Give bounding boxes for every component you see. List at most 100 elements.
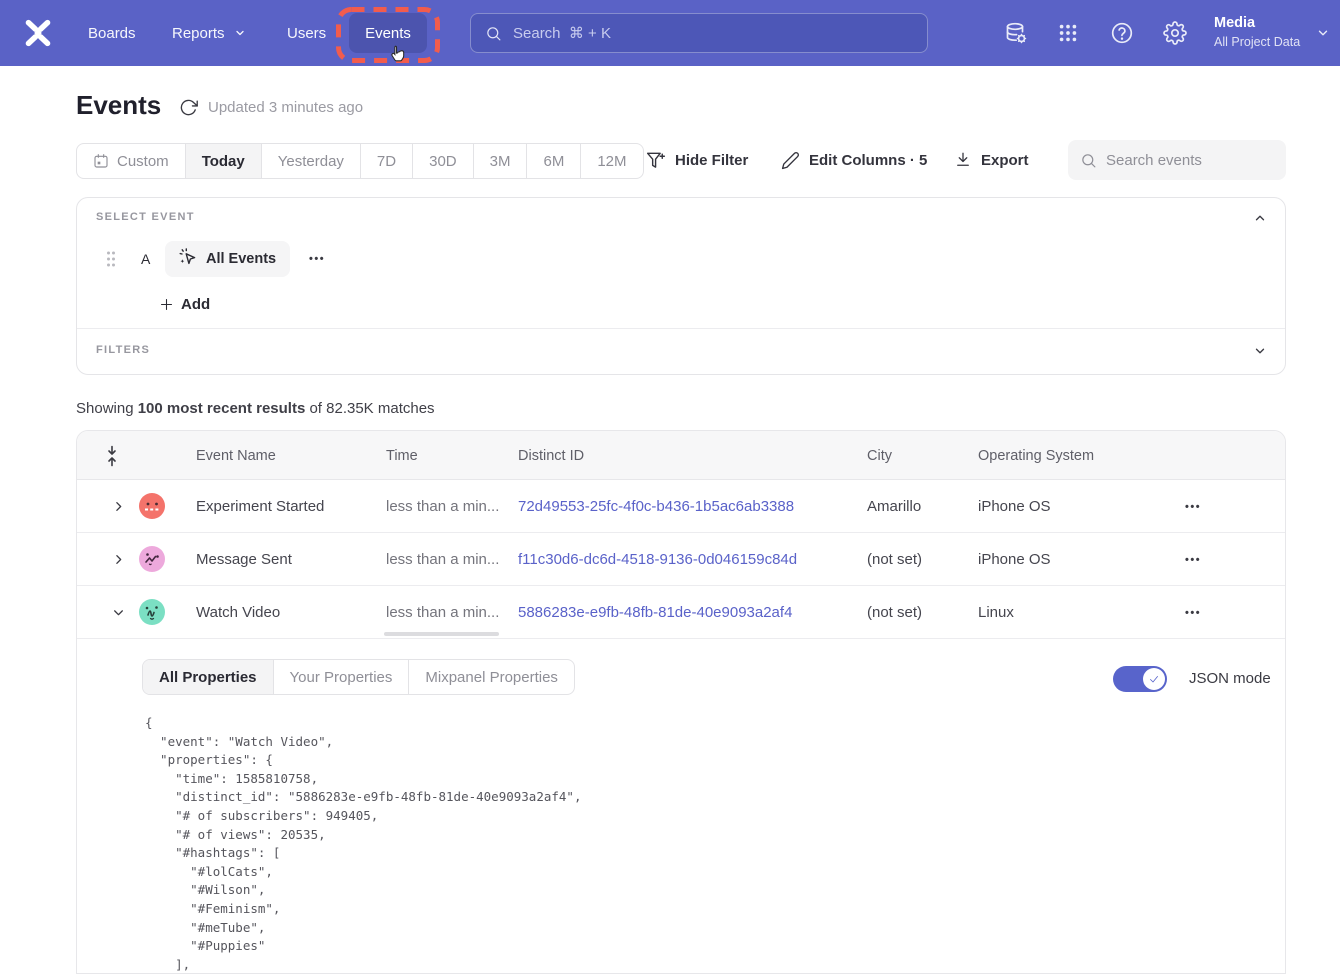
json-line: "event": "Watch Video", (145, 733, 582, 752)
search-events-field[interactable] (1068, 140, 1286, 180)
edit-columns-button[interactable]: Edit Columns · 5 (781, 146, 927, 174)
project-selector[interactable]: Media All Project Data (1214, 13, 1300, 51)
tab-your-properties[interactable]: Your Properties (274, 660, 410, 694)
cell-distinct-id-link[interactable]: 5886283e-e9fb-48fb-81de-40e9093a2af4 (518, 586, 792, 639)
collapse-row-icon[interactable] (105, 586, 131, 639)
date-range-12m[interactable]: 12M (581, 144, 642, 178)
json-line: "#Feminism", (145, 900, 582, 919)
calendar-icon (93, 153, 109, 169)
project-scope: All Project Data (1214, 33, 1300, 51)
sort-arrows-icon[interactable] (104, 445, 120, 472)
tab-label: Your Properties (290, 669, 393, 686)
download-icon (954, 151, 972, 169)
chevron-up-icon[interactable] (1253, 211, 1267, 225)
refresh-icon[interactable] (179, 98, 199, 118)
tab-label: Mixpanel Properties (425, 669, 558, 686)
row-more-button[interactable]: ••• (1185, 480, 1201, 533)
date-range-label: 3M (490, 153, 511, 170)
chevron-down-icon[interactable] (1253, 344, 1267, 358)
export-button[interactable]: Export (954, 146, 1029, 174)
column-header-os[interactable]: Operating System (978, 431, 1094, 480)
plus-icon (159, 297, 174, 312)
table-row[interactable]: Experiment Started less than a min... 72… (77, 480, 1285, 533)
nav-item-reports[interactable]: Reports (172, 0, 246, 66)
help-icon[interactable] (1109, 20, 1135, 46)
table-row-expanded[interactable]: Watch Video less than a min... 5886283e-… (77, 586, 1285, 639)
query-builder-card: SELECT EVENT A All Events ••• Add FILTER… (76, 197, 1286, 375)
nav-item-label: Reports (172, 25, 225, 42)
pencil-icon (781, 151, 800, 170)
date-range-label: 7D (377, 153, 396, 170)
results-count: 100 most recent results (138, 400, 306, 417)
chevron-down-icon (234, 27, 246, 39)
hide-filter-label: Hide Filter (675, 152, 748, 169)
date-range-30d[interactable]: 30D (413, 144, 474, 178)
add-event-button[interactable]: Add (159, 290, 210, 318)
select-event-label: SELECT EVENT (96, 211, 195, 223)
json-mode-toggle[interactable] (1113, 666, 1167, 692)
date-range-7d[interactable]: 7D (361, 144, 413, 178)
cell-city: Amarillo (867, 480, 921, 533)
json-line: "#Puppies" (145, 937, 582, 956)
event-more-button[interactable]: ••• (309, 253, 325, 265)
hide-filter-button[interactable]: Hide Filter (646, 146, 748, 174)
nav-item-events[interactable]: Events (349, 13, 427, 53)
cell-event-name: Watch Video (196, 586, 280, 639)
row-more-button[interactable]: ••• (1185, 533, 1201, 586)
tab-mixpanel-properties[interactable]: Mixpanel Properties (409, 660, 574, 694)
cell-time: less than a min... (386, 533, 504, 586)
add-label: Add (181, 296, 210, 313)
expand-row-icon[interactable] (105, 533, 131, 586)
search-events-input[interactable] (1106, 152, 1305, 169)
event-json-view: { "event": "Watch Video", "properties": … (145, 714, 582, 974)
selected-event-label: All Events (206, 251, 276, 267)
tab-all-properties[interactable]: All Properties (143, 660, 274, 694)
chevron-down-icon[interactable] (1316, 26, 1330, 40)
nav-item-users[interactable]: Users (287, 0, 326, 66)
expand-row-icon[interactable] (105, 480, 131, 533)
cell-os: Linux (978, 586, 1014, 639)
filter-plus-icon (646, 150, 666, 170)
json-line: "# of views": 20535, (145, 826, 582, 845)
json-line: "#hashtags": [ (145, 844, 582, 863)
updated-timestamp: Updated 3 minutes ago (208, 99, 363, 116)
column-header-event-name[interactable]: Event Name (196, 431, 276, 480)
sparkle-cursor-icon (179, 248, 197, 270)
data-management-icon[interactable] (1003, 20, 1029, 46)
date-range-today[interactable]: Today (186, 144, 262, 178)
date-range-6m[interactable]: 6M (527, 144, 581, 178)
top-navbar: Boards Reports Users Events (0, 0, 1340, 66)
filters-label: FILTERS (96, 344, 150, 356)
column-header-distinct-id[interactable]: Distinct ID (518, 431, 584, 480)
nav-item-boards[interactable]: Boards (88, 0, 136, 66)
json-line: "# of subscribers": 949405, (145, 807, 582, 826)
json-mode-label: JSON mode (1189, 670, 1271, 687)
cell-event-name: Message Sent (196, 533, 292, 586)
event-selector-pill[interactable]: All Events (165, 241, 290, 277)
settings-gear-icon[interactable] (1162, 20, 1188, 46)
cell-distinct-id-link[interactable]: f11c30d6-dc6d-4518-9136-0d046159c84d (518, 533, 797, 586)
date-range-yesterday[interactable]: Yesterday (262, 144, 361, 178)
cell-event-name: Experiment Started (196, 480, 324, 533)
results-summary: Showing 100 most recent results of 82.35… (76, 400, 435, 417)
cell-os: iPhone OS (978, 533, 1051, 586)
date-range-custom[interactable]: Custom (77, 144, 186, 178)
date-range-control: Custom Today Yesterday 7D 30D 3M 6M 12M (76, 143, 644, 179)
events-table: Event Name Time Distinct ID City Operati… (76, 430, 1286, 974)
row-more-button[interactable]: ••• (1185, 586, 1201, 639)
column-header-time[interactable]: Time (386, 431, 418, 480)
table-row[interactable]: Message Sent less than a min... f11c30d6… (77, 533, 1285, 586)
cell-distinct-id-link[interactable]: 72d49553-25fc-4f0c-b436-1b5ac6ab3388 (518, 480, 794, 533)
global-search-input[interactable] (513, 25, 913, 42)
nav-item-label: Users (287, 25, 326, 42)
json-line: "properties": { (145, 751, 582, 770)
horizontal-scrollbar-thumb[interactable] (384, 632, 499, 636)
apps-grid-icon[interactable] (1055, 20, 1081, 46)
date-range-3m[interactable]: 3M (474, 144, 528, 178)
column-header-city[interactable]: City (867, 431, 892, 480)
global-search[interactable] (470, 13, 928, 53)
mixpanel-logo-icon[interactable] (19, 17, 57, 49)
tab-label: All Properties (159, 669, 257, 686)
properties-tabs: All Properties Your Properties Mixpanel … (142, 659, 575, 695)
drag-handle-icon[interactable] (105, 250, 117, 273)
